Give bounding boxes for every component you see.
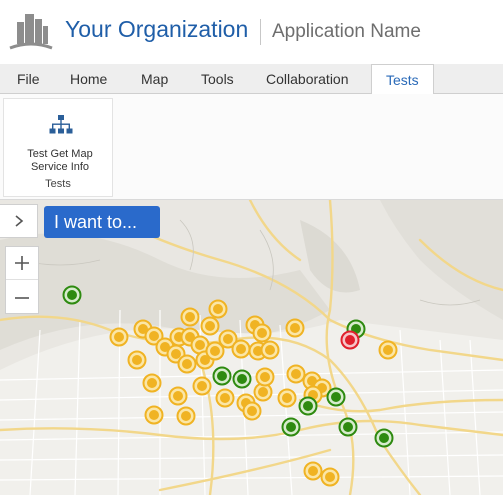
map-view[interactable]	[0, 200, 503, 495]
expand-panel-button[interactable]	[0, 204, 38, 238]
test-get-map-service-info-button[interactable]: Test Get Map Service Info	[12, 105, 108, 175]
map-marker-yellow[interactable]	[192, 376, 212, 396]
tab-home[interactable]: Home	[70, 64, 107, 94]
zoom-out-button[interactable]	[6, 281, 38, 314]
map-marker-yellow[interactable]	[285, 318, 305, 338]
city-buildings-logo	[9, 14, 53, 50]
minus-icon	[15, 296, 29, 299]
map-marker-yellow[interactable]	[127, 350, 147, 370]
i-want-to-button[interactable]: I want to...	[44, 206, 160, 238]
map-marker-green[interactable]	[232, 369, 252, 389]
ribbon-panel: Test Get Map Service Info Tests	[0, 94, 503, 200]
map-marker-yellow[interactable]	[286, 364, 306, 384]
map-marker-yellow[interactable]	[260, 340, 280, 360]
map-marker-green[interactable]	[62, 285, 82, 305]
map-marker-green[interactable]	[281, 417, 301, 437]
map-marker-yellow[interactable]	[180, 307, 200, 327]
map-marker-yellow[interactable]	[208, 299, 228, 319]
map-marker-yellow[interactable]	[378, 340, 398, 360]
tab-tests[interactable]: Tests	[371, 64, 434, 95]
zoom-in-button[interactable]	[6, 247, 38, 280]
map-marker-red[interactable]	[340, 330, 360, 350]
ribbon-group-tests: Test Get Map Service Info Tests	[3, 98, 113, 197]
tab-collaboration[interactable]: Collaboration	[266, 64, 349, 94]
map-marker-yellow[interactable]	[277, 388, 297, 408]
app-header: Your Organization Application Name	[0, 0, 503, 64]
hierarchy-icon	[49, 115, 73, 134]
marker-layer	[62, 285, 398, 487]
ribbon-tab-bar: File Home Map Tools Collaboration Tests	[0, 64, 503, 95]
map-marker-yellow[interactable]	[176, 406, 196, 426]
map-marker-yellow[interactable]	[200, 316, 220, 336]
map-marker-yellow[interactable]	[242, 401, 262, 421]
map-marker-green[interactable]	[326, 387, 346, 407]
application-name: Application Name	[272, 21, 421, 42]
organization-name: Your Organization	[65, 16, 249, 42]
tab-tools[interactable]: Tools	[201, 64, 234, 94]
map-marker-yellow[interactable]	[168, 386, 188, 406]
map-marker-green[interactable]	[212, 366, 232, 386]
map-marker-yellow[interactable]	[252, 323, 272, 343]
ribbon-group-label: Tests	[45, 178, 71, 190]
map-marker-yellow[interactable]	[320, 467, 340, 487]
map-marker-yellow[interactable]	[142, 373, 162, 393]
tool-label: Test Get Map Service Info	[27, 148, 93, 173]
map-marker-green[interactable]	[374, 428, 394, 448]
map-marker-yellow[interactable]	[303, 461, 323, 481]
header-divider	[260, 19, 261, 45]
map-marker-yellow[interactable]	[144, 405, 164, 425]
plus-icon	[15, 256, 29, 270]
tab-file[interactable]: File	[17, 64, 40, 94]
map-marker-yellow[interactable]	[255, 367, 275, 387]
zoom-control	[5, 246, 39, 314]
map-marker-yellow[interactable]	[177, 354, 197, 374]
chevron-right-icon	[14, 215, 23, 227]
map-marker-yellow[interactable]	[215, 388, 235, 408]
map-marker-yellow[interactable]	[231, 339, 251, 359]
map-marker-green[interactable]	[338, 417, 358, 437]
map-marker-yellow[interactable]	[109, 327, 129, 347]
tab-map[interactable]: Map	[141, 64, 168, 94]
map-marker-green[interactable]	[298, 396, 318, 416]
